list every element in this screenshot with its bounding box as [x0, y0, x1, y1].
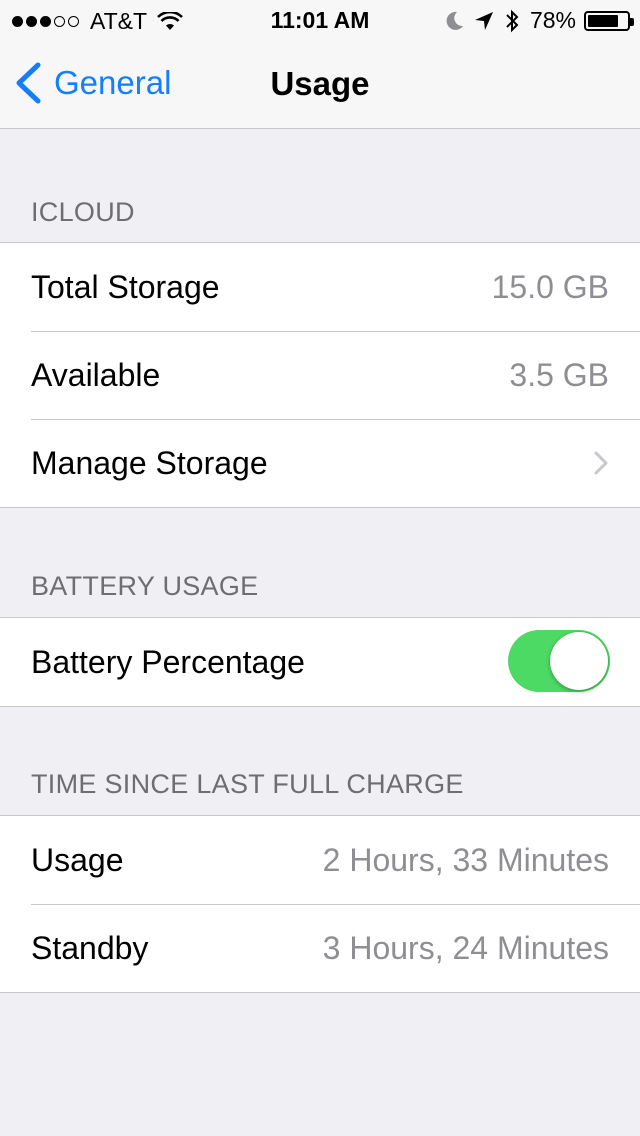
- row-value: 3.5 GB: [509, 356, 609, 393]
- bluetooth-icon: [504, 9, 520, 33]
- row-value: 2 Hours, 33 Minutes: [322, 841, 609, 878]
- toggle-knob: [550, 632, 608, 690]
- chevron-right-icon: [594, 451, 608, 475]
- section-header-time-since-charge: TIME SINCE LAST FULL CHARGE: [31, 769, 464, 799]
- row-battery-percentage: Battery Percentage: [0, 618, 640, 706]
- section-header-battery-usage: BATTERY USAGE: [31, 571, 259, 601]
- section-header-icloud: ICLOUD: [31, 197, 135, 227]
- row-label: Usage: [31, 841, 124, 878]
- status-bar: AT&T 11:01 AM 78%: [0, 0, 640, 40]
- row-standby: Standby 3 Hours, 24 Minutes: [0, 904, 640, 992]
- moon-icon: [446, 11, 464, 31]
- row-usage: Usage 2 Hours, 33 Minutes: [0, 816, 640, 904]
- row-manage-storage[interactable]: Manage Storage: [0, 419, 640, 507]
- row-label: Standby: [31, 929, 149, 966]
- row-available: Available 3.5 GB: [0, 331, 640, 419]
- row-label: Manage Storage: [31, 444, 268, 481]
- row-label: Available: [31, 356, 161, 393]
- navigation-bar: General Usage: [0, 40, 640, 129]
- row-label: Total Storage: [31, 268, 220, 305]
- row-value: 15.0 GB: [491, 268, 609, 305]
- battery-percent: 78%: [529, 7, 576, 33]
- page-title: Usage: [270, 65, 370, 102]
- battery-icon: [584, 10, 634, 31]
- row-total-storage: Total Storage 15.0 GB: [0, 243, 640, 331]
- row-value: 3 Hours, 24 Minutes: [322, 929, 609, 966]
- location-arrow-icon: [474, 11, 494, 31]
- battery-usage-group: Battery Percentage: [0, 617, 640, 707]
- time-since-charge-group: Usage 2 Hours, 33 Minutes Standby 3 Hour…: [0, 815, 640, 993]
- battery-percentage-toggle[interactable]: [508, 630, 610, 692]
- icloud-group: Total Storage 15.0 GB Available 3.5 GB M…: [0, 242, 640, 508]
